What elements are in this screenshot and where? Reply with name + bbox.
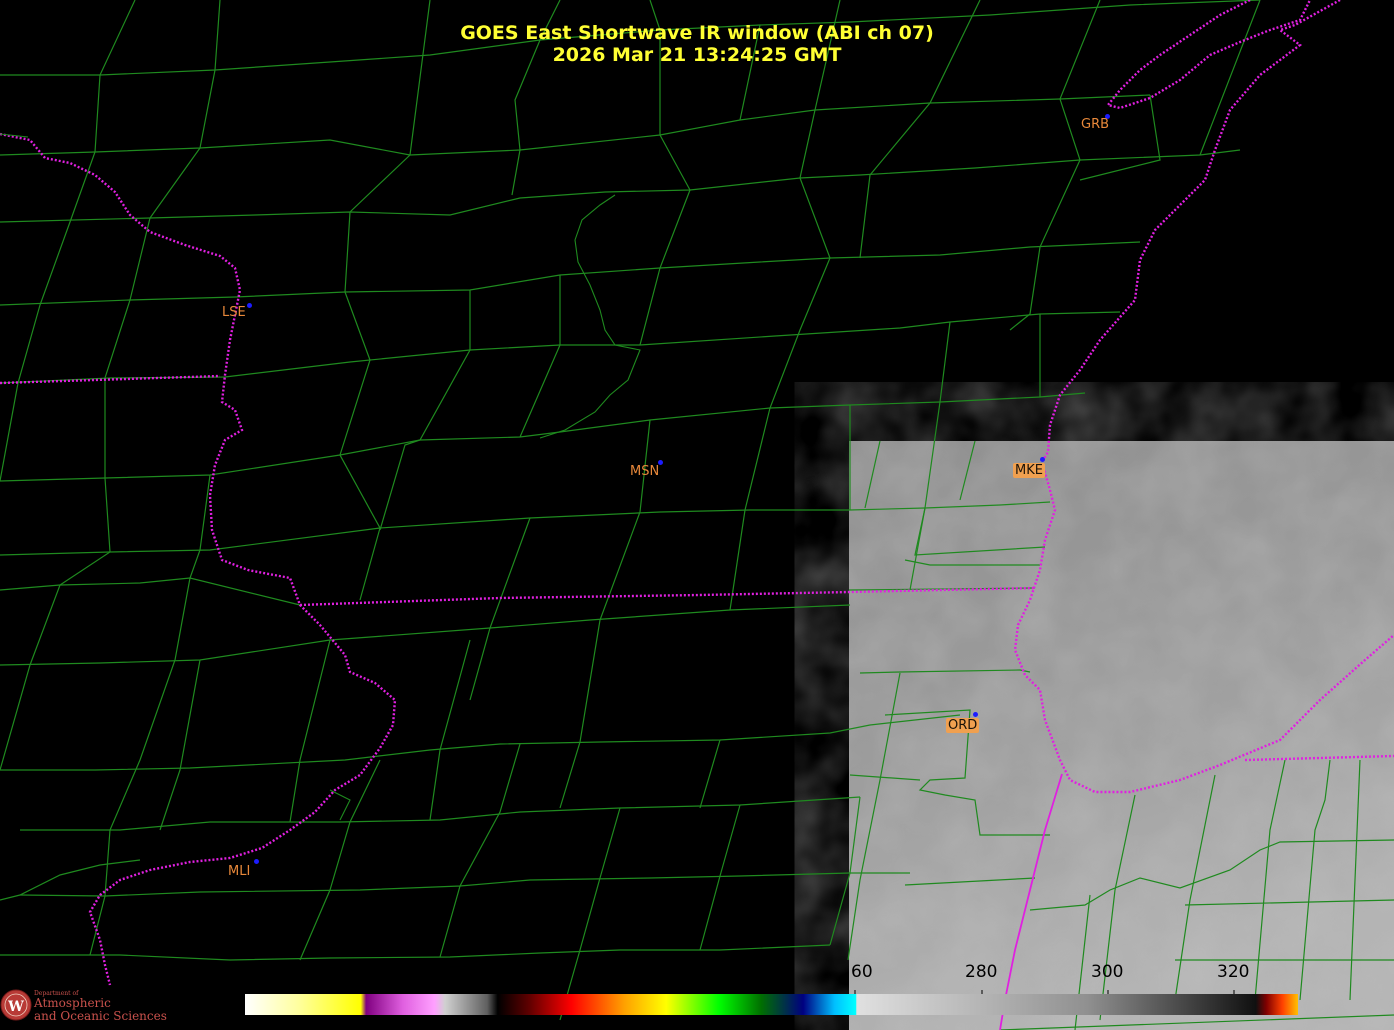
station-dot-mli <box>254 859 259 864</box>
logo-line-2: and Oceanic Sciences <box>34 1009 167 1023</box>
colorbar-tick-label-280: 280 <box>965 962 998 982</box>
colorbar-tick-label-260: 60 <box>851 962 873 982</box>
colorbar-tick-label-320: 320 <box>1217 962 1250 982</box>
colorbar-tick-label-300: 300 <box>1091 962 1124 982</box>
logo-line-1: Atmospheric <box>34 996 111 1010</box>
svg-text:W: W <box>7 999 24 1015</box>
image-timestamp: 2026 Mar 21 13:24:25 GMT <box>552 44 842 66</box>
uw-logo-seal: W <box>0 989 32 1021</box>
station-label-grb: GRB <box>1081 117 1110 132</box>
station-dot-mke <box>1040 457 1045 462</box>
station-label-mke: MKE <box>1013 463 1045 478</box>
station-dot-lse <box>247 303 252 308</box>
satellite-imagery <box>849 441 1394 1030</box>
aos-logo-text: Department of Atmospheric and Oceanic Sc… <box>34 990 167 1023</box>
rivers <box>0 133 641 821</box>
station-dot-ord <box>973 712 978 717</box>
image-title: GOES East Shortwave IR window (ABI ch 07… <box>460 22 934 44</box>
station-label-ord: ORD <box>946 718 980 733</box>
station-label-lse: LSE <box>222 305 246 320</box>
station-label-mli: MLI <box>228 864 251 879</box>
satellite-map: W <box>0 0 1394 1030</box>
station-label-msn: MSN <box>630 464 660 479</box>
